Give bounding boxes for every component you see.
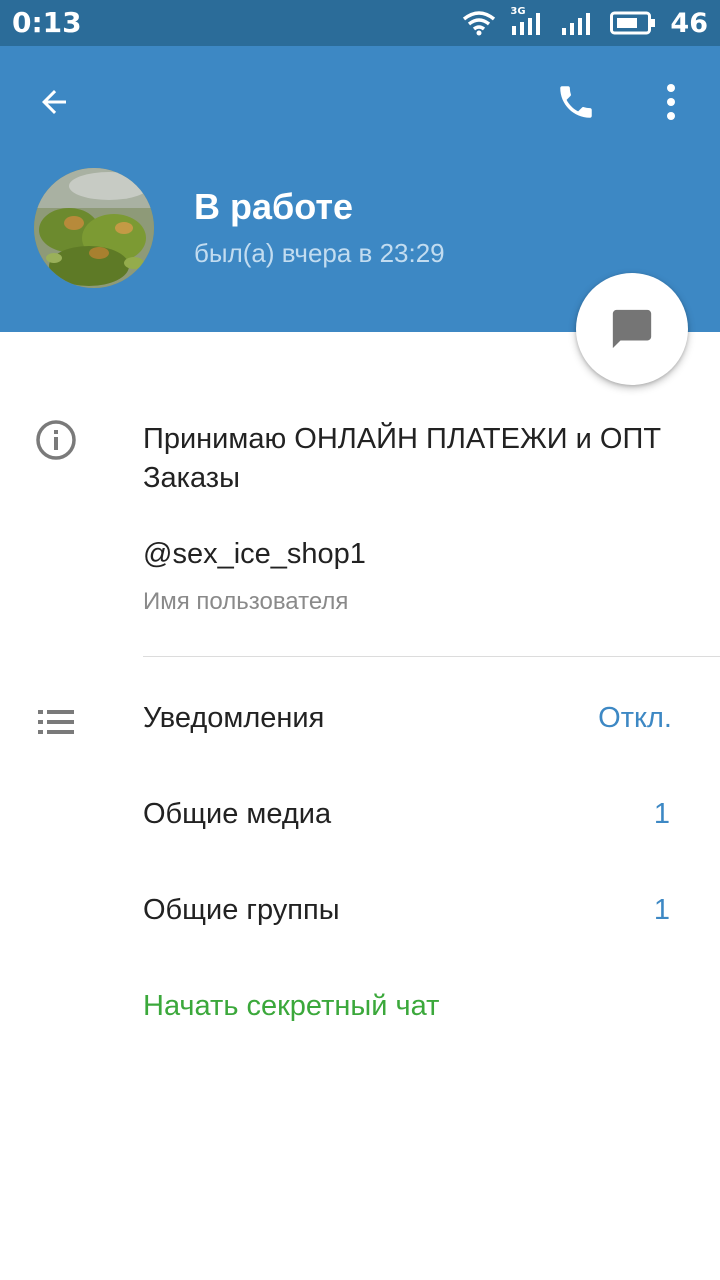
bio-text: Принимаю ОНЛАЙН ПЛАТЕЖИ и ОПТ Заказы xyxy=(143,423,662,494)
cell-signal-icon xyxy=(562,13,591,35)
status-bar: 0:13 3G 46 xyxy=(0,0,720,46)
shared-media-row[interactable]: Общие медиа 1 xyxy=(0,776,720,860)
battery-level: 46 xyxy=(670,7,708,39)
secret-chat-label: Начать секретный чат xyxy=(143,990,440,1022)
battery-icon xyxy=(610,11,656,35)
row-label: Уведомления xyxy=(143,702,325,734)
info-icon xyxy=(36,420,76,460)
notifications-row[interactable]: Уведомления Откл. xyxy=(0,680,720,764)
message-icon xyxy=(612,309,652,349)
arrow-left-icon xyxy=(42,90,66,114)
back-button[interactable] xyxy=(24,74,84,130)
row-label: Общие группы xyxy=(143,894,340,926)
more-options-button[interactable] xyxy=(646,72,696,132)
username[interactable]: @sex_ice_shop1 xyxy=(143,538,366,571)
phone-icon xyxy=(560,86,592,118)
send-message-button[interactable] xyxy=(576,273,688,385)
wifi-icon xyxy=(463,11,496,36)
row-value: 1 xyxy=(653,798,670,830)
row-value: 1 xyxy=(653,894,670,926)
status-icons: 3G 46 xyxy=(462,6,708,39)
more-vertical-icon xyxy=(667,84,675,120)
divider xyxy=(143,656,720,657)
avatar-image xyxy=(34,168,154,288)
row-value: Откл. xyxy=(598,702,672,734)
secret-chat-row[interactable]: Начать секретный чат xyxy=(0,968,720,1052)
cell-signal-3g-icon: 3G xyxy=(510,6,546,37)
call-button[interactable] xyxy=(546,72,606,132)
profile-name: В работе xyxy=(194,186,353,227)
status-time: 0:13 xyxy=(12,6,82,39)
avatar[interactable] xyxy=(34,168,154,288)
row-label: Общие медиа xyxy=(143,798,332,830)
username-caption: Имя пользователя xyxy=(143,588,349,615)
last-seen-status: был(а) вчера в 23:29 xyxy=(194,238,445,268)
shared-groups-row[interactable]: Общие группы 1 xyxy=(0,872,720,956)
